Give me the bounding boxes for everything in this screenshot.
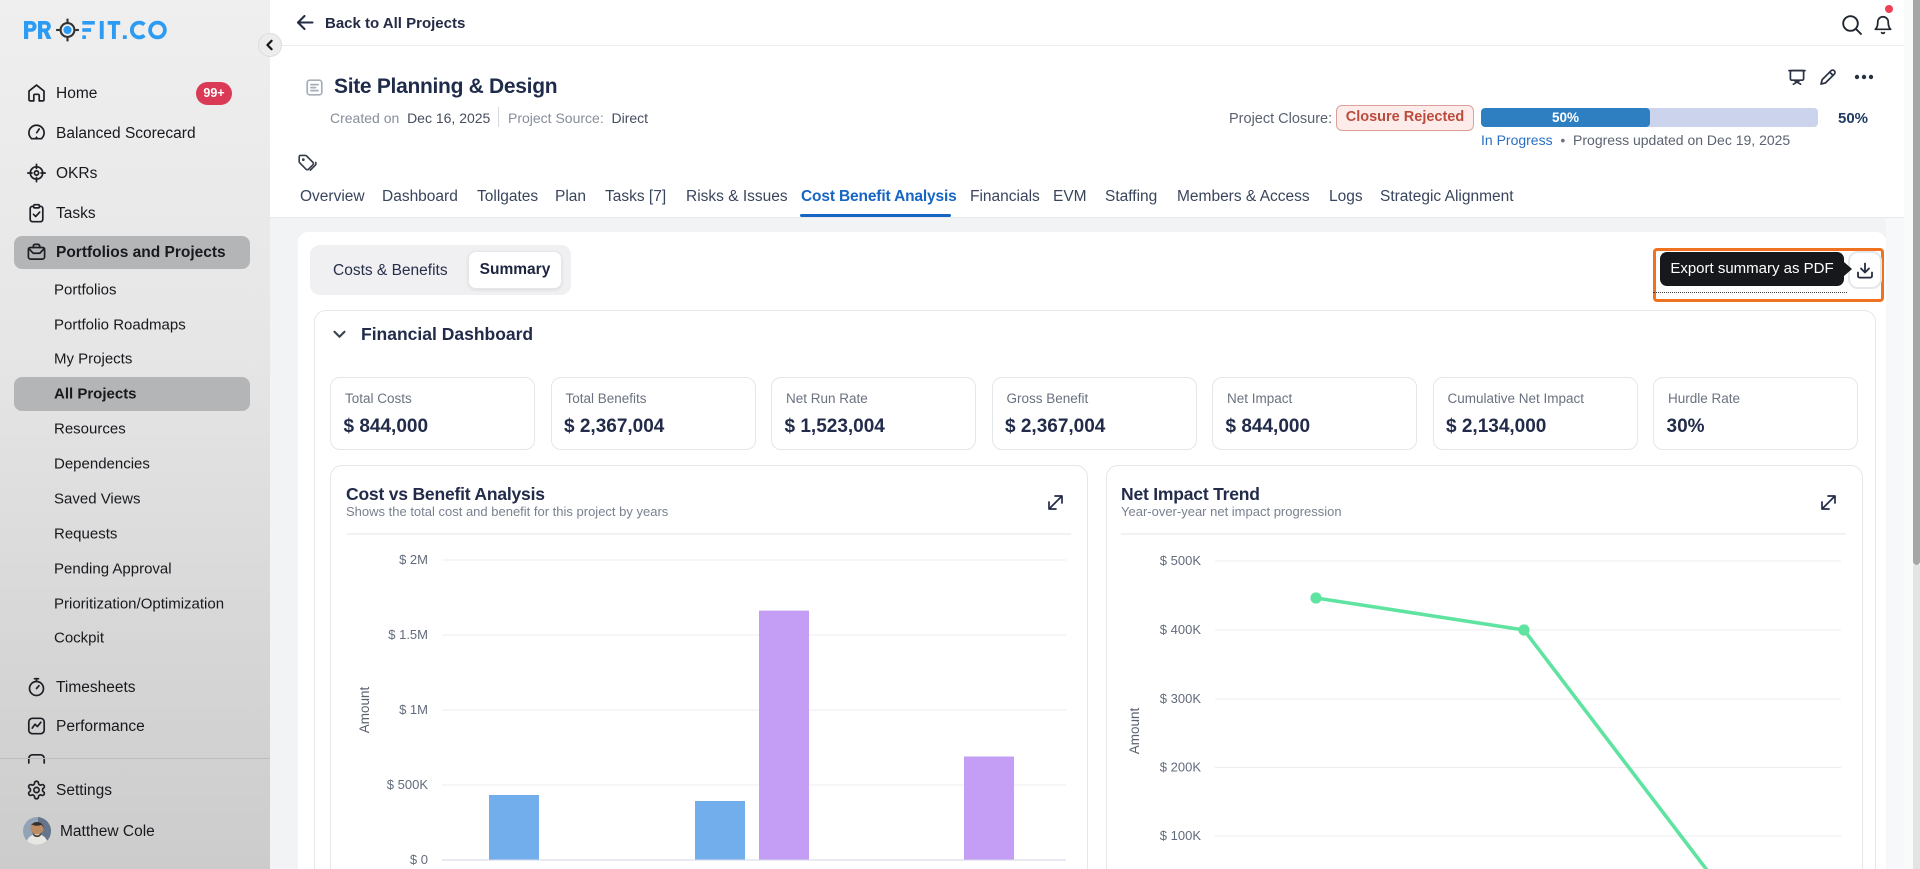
svg-text:$ 0: $ 0 xyxy=(410,852,428,867)
svg-text:Amount: Amount xyxy=(1127,707,1142,754)
svg-text:$ 500K: $ 500K xyxy=(387,777,429,792)
svg-text:Cost vs Benefit Analysis: Cost vs Benefit Analysis xyxy=(346,484,545,504)
svg-text:$ 300K: $ 300K xyxy=(1160,691,1202,706)
svg-text:Year-over-year net impact prog: Year-over-year net impact progression xyxy=(1121,504,1342,519)
svg-text:$ 1.5M: $ 1.5M xyxy=(388,627,428,642)
svg-text:$ 2M: $ 2M xyxy=(399,552,428,567)
svg-text:Amount: Amount xyxy=(357,686,372,733)
svg-text:Net Impact Trend: Net Impact Trend xyxy=(1121,484,1260,504)
svg-text:Shows the total cost and benef: Shows the total cost and benefit for thi… xyxy=(346,504,669,519)
svg-text:$ 400K: $ 400K xyxy=(1160,622,1202,637)
svg-text:$ 100K: $ 100K xyxy=(1160,828,1202,843)
svg-text:$ 200K: $ 200K xyxy=(1160,760,1202,775)
svg-text:$ 500K: $ 500K xyxy=(1160,553,1202,568)
svg-text:$ 1M: $ 1M xyxy=(399,702,428,717)
